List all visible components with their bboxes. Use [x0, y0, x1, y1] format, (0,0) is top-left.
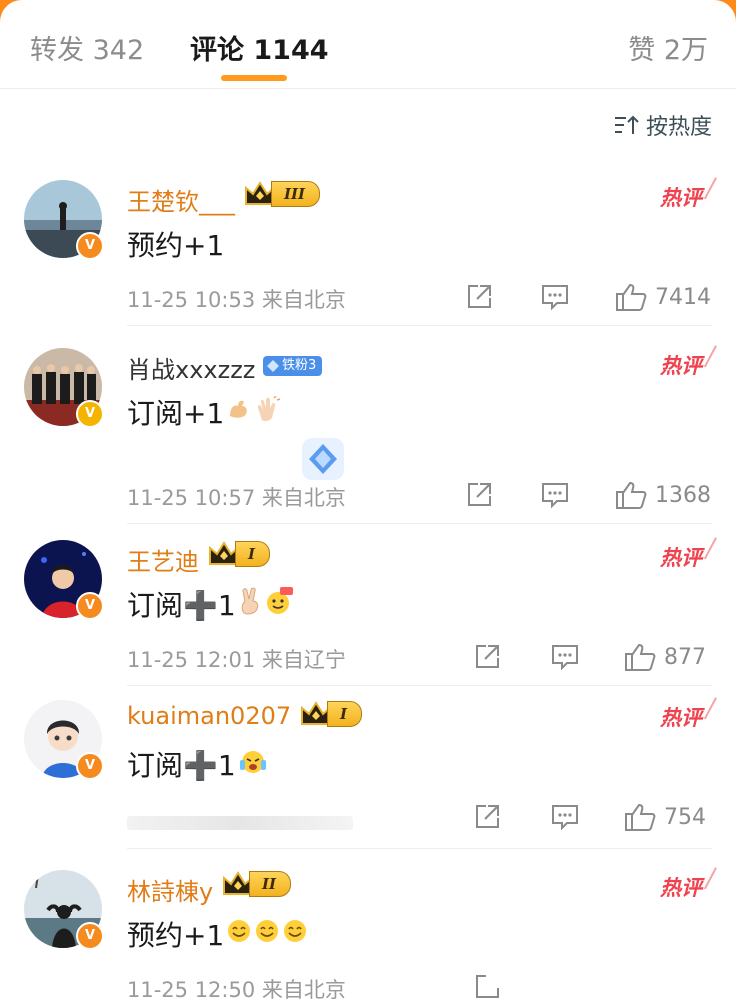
comment-meta: 11-25 12:50 来自北京: [127, 978, 346, 1000]
fan-level-badge: I: [207, 540, 271, 568]
hot-comment-badge: 热评: [660, 702, 702, 732]
like-button[interactable]: 877: [624, 642, 706, 672]
active-tab-indicator: [221, 75, 287, 81]
like-count: 754: [664, 804, 706, 830]
iron-fan-badge: 铁粉3: [263, 356, 323, 376]
verified-icon: V: [76, 922, 104, 950]
share-icon[interactable]: [464, 480, 494, 510]
tab-repost[interactable]: 转发 342: [30, 28, 144, 67]
verified-icon: V: [76, 232, 104, 260]
comment-username[interactable]: 肖战xxxzzz: [127, 350, 255, 385]
share-icon[interactable]: [464, 282, 494, 312]
clap-emoji-icon: [254, 394, 282, 429]
reply-icon[interactable]: [540, 282, 570, 312]
comment-username[interactable]: kuaiman0207: [127, 702, 291, 730]
flex-emoji-icon: [226, 396, 252, 429]
reply-icon[interactable]: [550, 802, 580, 832]
comment-text: 订阅+1: [127, 392, 282, 432]
hot-comment-badge: 热评: [660, 542, 702, 572]
like-count: 877: [664, 644, 706, 670]
divider: [0, 88, 736, 89]
smile-emoji-icon: [226, 918, 252, 951]
like-button[interactable]: 1368: [615, 480, 711, 510]
divider: [127, 848, 712, 849]
victory-hand-emoji-icon: [238, 587, 262, 622]
comment-meta: 11-25 10:57 来自北京: [127, 486, 346, 510]
reply-icon[interactable]: [550, 642, 580, 672]
thumbs-up-icon: [616, 481, 647, 509]
tab-bar: 转发 342 评论 1144 赞 2万: [0, 0, 736, 88]
comment-text: 订阅➕1: [127, 744, 268, 784]
comments-panel: 转发 342 评论 1144 赞 2万 按热度 V 王楚钦___ III 热评: [0, 0, 736, 1000]
smile-emoji-icon: [282, 918, 308, 951]
666-face-emoji-icon: [264, 586, 294, 622]
thumbs-up-icon: [625, 803, 656, 831]
smile-emoji-icon: [254, 918, 280, 951]
comment-text: 预约+1: [127, 914, 308, 954]
crying-face-emoji-icon: [238, 747, 268, 782]
sort-button[interactable]: 按热度: [614, 108, 712, 142]
diamond-icon: [267, 360, 279, 372]
share-icon[interactable]: [472, 642, 502, 672]
fan-level-badge: I: [299, 700, 363, 728]
gem-sticker-icon: [296, 432, 350, 486]
hot-comment-badge: 热评: [660, 350, 702, 380]
like-button[interactable]: 7414: [615, 282, 711, 312]
verified-icon: V: [76, 752, 104, 780]
fan-level-badge: III: [243, 180, 321, 208]
comment-username[interactable]: 王艺迪: [127, 542, 199, 577]
hot-comment-badge: 热评: [660, 872, 702, 902]
share-icon[interactable]: [472, 972, 502, 1000]
like-button[interactable]: 754: [624, 802, 706, 832]
reply-icon[interactable]: [540, 480, 570, 510]
sort-icon: [614, 114, 640, 136]
comment-meta: 11-25 12:01 来自辽宁: [127, 648, 346, 672]
verified-icon: V: [76, 592, 104, 620]
blurred-meta: [127, 816, 353, 830]
verified-icon: V: [76, 400, 104, 428]
like-count: 7414: [655, 284, 711, 310]
like-count: 1368: [655, 482, 711, 508]
sort-label: 按热度: [645, 115, 712, 140]
tab-likes[interactable]: 赞 2万: [628, 28, 708, 67]
divider: [127, 685, 712, 686]
comment-username[interactable]: 林詩棟y: [127, 872, 213, 907]
comment-text: 订阅➕1: [127, 584, 294, 624]
fan-level-badge: II: [221, 870, 292, 898]
comment-text: 预约+1: [127, 229, 225, 262]
divider: [127, 325, 712, 326]
comment-username[interactable]: 王楚钦___: [127, 182, 235, 217]
hot-comment-badge: 热评: [660, 182, 702, 212]
divider: [127, 523, 712, 524]
thumbs-up-icon: [625, 643, 656, 671]
comment-meta: 11-25 10:53 来自北京: [127, 288, 346, 312]
thumbs-up-icon: [616, 283, 647, 311]
tab-comments[interactable]: 评论 1144: [190, 28, 329, 67]
share-icon[interactable]: [472, 802, 502, 832]
